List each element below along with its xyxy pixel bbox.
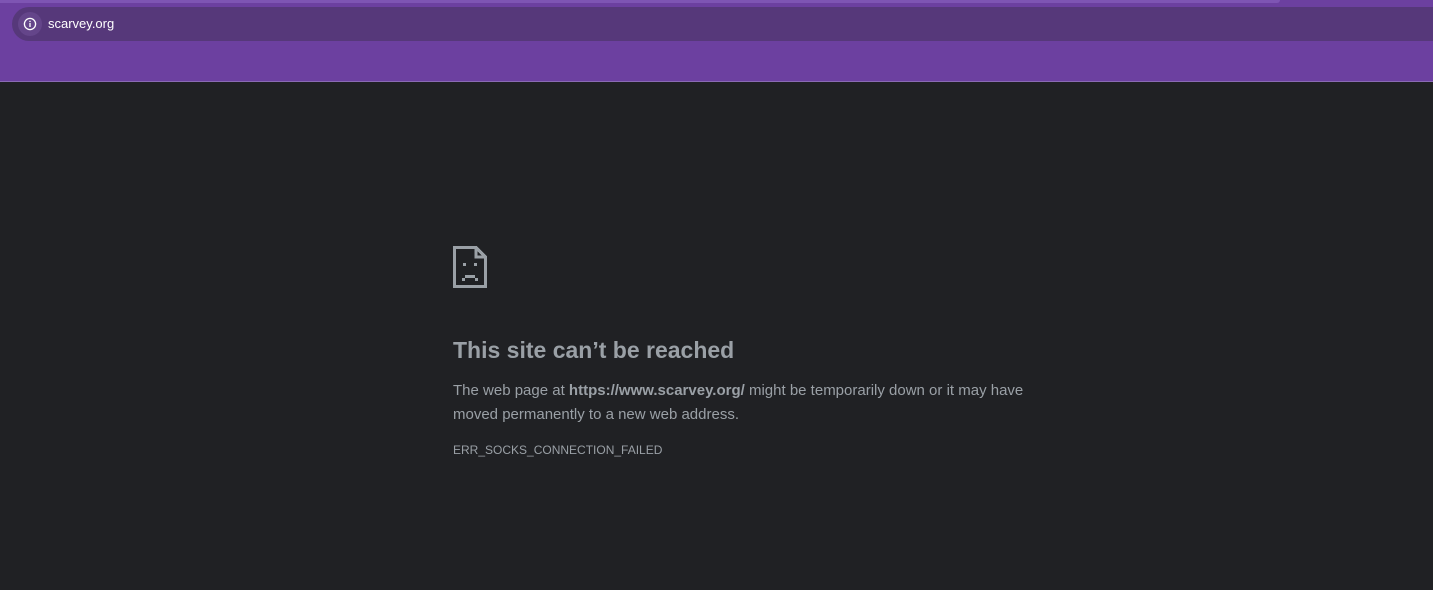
description-prefix: The web page at xyxy=(453,382,569,399)
sad-page-icon xyxy=(453,246,1053,288)
browser-toolbar: scarvey.org xyxy=(0,0,1433,82)
failed-url: https://www.scarvey.org/ xyxy=(568,382,745,399)
address-bar[interactable]: scarvey.org xyxy=(12,7,1433,41)
tab-strip-edge xyxy=(0,0,1280,3)
error-title: This site can’t be reached xyxy=(453,337,735,363)
error-page: This site can’t be reached The web page … xyxy=(453,246,1053,457)
address-bar-url[interactable]: scarvey.org xyxy=(48,16,114,32)
site-info-button[interactable] xyxy=(18,12,42,36)
error-code: ERR_SOCKS_CONNECTION_FAILED xyxy=(453,443,663,457)
info-circle-icon xyxy=(23,17,37,31)
error-description: The web page at https://www.scarvey.org/… xyxy=(453,379,1053,427)
